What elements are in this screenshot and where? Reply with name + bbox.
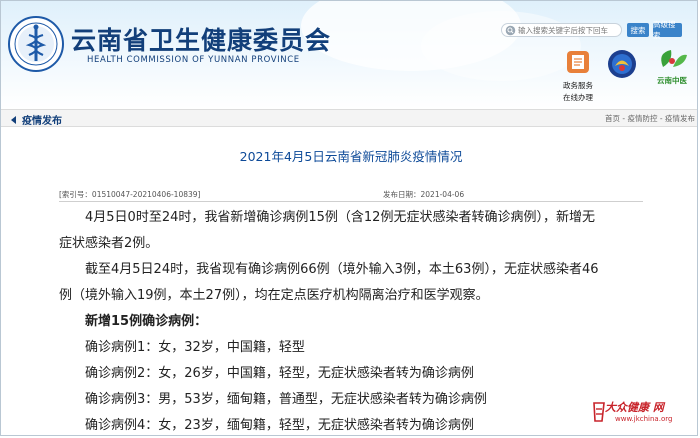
paragraph-line: 症状感染者2例。	[59, 236, 159, 251]
search-button[interactable]: 搜索	[627, 23, 649, 37]
site-header: 云南省卫生健康委员会 HEALTH COMMISSION OF YUNNAN P…	[1, 1, 697, 109]
case-item: 确诊病例3：男，53岁，缅甸籍，普通型，无症状感染者转为确诊病例	[85, 392, 487, 407]
triangle-left-icon	[11, 115, 16, 124]
index-number: [索引号：01510047-20210406-10839]	[59, 190, 201, 199]
case-item: 确诊病例1：女，32岁，中国籍，轻型	[85, 340, 305, 355]
advanced-search-button[interactable]: 高级搜索	[653, 20, 682, 40]
breadcrumb[interactable]: 首页 - 疫情防控 - 疫情发布	[605, 113, 695, 124]
search-input[interactable]: 输入搜索关键字后按下回车	[501, 23, 622, 37]
emblem-badge-icon[interactable]	[607, 49, 637, 79]
search-icon	[505, 25, 516, 35]
yunnan-tcm-badge[interactable]: 云南中医	[651, 47, 693, 85]
page-frame: 云南省卫生健康委员会 HEALTH COMMISSION OF YUNNAN P…	[0, 0, 698, 436]
meta-divider	[59, 201, 643, 202]
new-cases-heading: 新增15例确诊病例：	[85, 314, 208, 329]
watermark: 大众健康 网 www.jkchina.org	[591, 399, 697, 431]
search-placeholder: 输入搜索关键字后按下回车	[518, 25, 608, 35]
tcm-leaf-icon	[661, 50, 687, 67]
watermark-text: 大众健康 网	[605, 401, 664, 414]
service-label-line2: 在线办理	[563, 93, 593, 102]
paragraph-line: 4月5日0时至24时，我省新增确诊病例15例（含12例无症状感染者转确诊病例），…	[85, 210, 595, 225]
watermark-url: www.jkchina.org	[615, 415, 673, 423]
current-section[interactable]: 疫情发布	[11, 112, 62, 127]
case-item: 确诊病例4：女，23岁，缅甸籍，轻型，无症状感染者转为确诊病例	[85, 418, 474, 433]
paragraph-line: 截至4月5日24时，我省现有确诊病例66例（境外输入3例，本土63例），无症状感…	[85, 262, 599, 277]
section-navbar: 疫情发布 首页 - 疫情防控 - 疫情发布	[1, 109, 697, 127]
case-item: 确诊病例2：女，26岁，中国籍，轻型，无症状感染者转为确诊病例	[85, 366, 474, 381]
service-label-line1: 政务服务	[563, 81, 593, 90]
tcm-badge-label: 云南中医	[657, 76, 687, 85]
current-section-label: 疫情发布	[22, 116, 62, 127]
gov-service-link[interactable]: 政务服务 在线办理	[558, 49, 598, 103]
site-title[interactable]: 云南省卫生健康委员会	[71, 21, 331, 57]
publish-date: 发布日期：2021-04-06	[383, 190, 465, 199]
paragraph-line: 例（境外输入19例，本土27例），均在定点医疗机构隔离治疗和医学观察。	[59, 288, 489, 303]
article-title: 2021年4月5日云南省新冠肺炎疫情情况	[239, 149, 463, 164]
article-body: 4月5日0时至24时，我省新增确诊病例15例（含12例无症状感染者转确诊病例），…	[59, 205, 661, 435]
document-service-icon	[567, 51, 589, 73]
header-cloud-decoration	[421, 11, 581, 81]
health-commission-logo-icon[interactable]	[7, 15, 65, 73]
site-subtitle: HEALTH COMMISSION OF YUNNAN PROVINCE	[87, 55, 300, 65]
